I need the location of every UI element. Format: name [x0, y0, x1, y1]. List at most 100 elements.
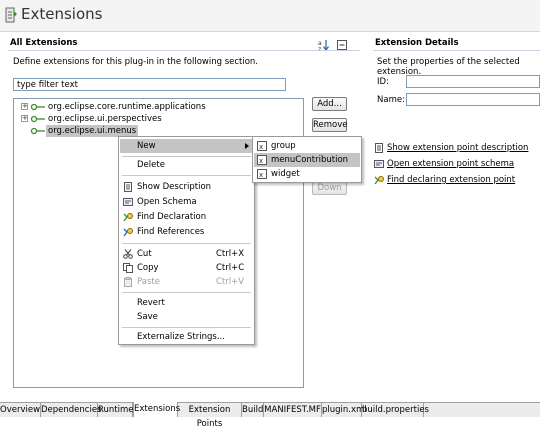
plug-icon: [30, 113, 46, 125]
tree-item-label: org.eclipse.core.runtime.applications: [48, 102, 206, 112]
id-field[interactable]: [406, 75, 540, 88]
find-declaring-link[interactable]: Find declaring extension point: [374, 174, 534, 186]
page-title: Extensions: [21, 5, 103, 23]
menu-item-label: Find References: [137, 227, 205, 237]
menu-item-label: Save: [137, 312, 158, 322]
name-field[interactable]: [406, 93, 540, 106]
collapse-all-icon[interactable]: [337, 40, 347, 50]
copy-icon: [123, 263, 133, 273]
schema-icon: [123, 197, 133, 207]
tree-item[interactable]: + org.eclipse.ui.perspectives: [14, 113, 303, 125]
tab-extension-points[interactable]: Extension Points: [178, 403, 242, 429]
remove-button[interactable]: Remove: [312, 118, 348, 132]
element-icon: x: [257, 169, 267, 179]
show-description-link[interactable]: Show extension point description: [374, 142, 534, 154]
tab-build[interactable]: Build: [242, 403, 264, 417]
menu-separator: [122, 175, 251, 176]
tab-plugin-xml[interactable]: plugin.xml: [322, 403, 367, 417]
submenu-arrow-icon: [245, 143, 249, 149]
section-divider: [8, 50, 360, 51]
menu-item-cut[interactable]: Cut Ctrl+X: [120, 247, 253, 261]
expand-icon[interactable]: +: [21, 103, 28, 110]
tab-dependencies[interactable]: Dependencies: [41, 403, 102, 417]
extension-details-description: Set the properties of the selected exten…: [377, 57, 520, 77]
menu-separator: [122, 327, 251, 328]
accelerator-label: Ctrl+X: [216, 249, 245, 259]
submenu-item-menucontribution[interactable]: x menuContribution: [254, 153, 360, 167]
menu-item-find-references[interactable]: Find References: [120, 225, 253, 239]
find-declaration-icon: [374, 175, 385, 185]
description-icon: [374, 143, 384, 153]
id-label: ID:: [377, 77, 389, 87]
menu-separator: [122, 243, 251, 244]
context-menu[interactable]: New Delete Show Description Open Schema …: [118, 136, 255, 345]
menu-item-label: Copy: [137, 263, 159, 273]
element-icon: x: [257, 141, 267, 151]
filter-input[interactable]: [13, 78, 286, 91]
name-label: Name:: [377, 95, 405, 105]
menu-item-label: New: [137, 141, 156, 151]
link-label[interactable]: Show extension point description: [387, 142, 528, 154]
accelerator-label: Ctrl+C: [216, 263, 245, 273]
menu-item-save[interactable]: Save: [120, 310, 253, 324]
tab-overview[interactable]: Overview: [0, 403, 41, 417]
link-label[interactable]: Open extension point schema: [387, 158, 514, 170]
find-references-icon: [123, 227, 134, 237]
menu-item-delete[interactable]: Delete: [120, 158, 253, 172]
menu-separator: [122, 156, 251, 157]
all-extensions-description: Define extensions for this plug-in in th…: [13, 57, 259, 67]
extension-details-heading: Extension Details: [375, 38, 459, 48]
menu-item-new[interactable]: New: [120, 139, 253, 153]
menu-item-label: Paste: [137, 277, 160, 287]
schema-icon: [374, 159, 384, 169]
menu-item-label: Delete: [137, 160, 165, 170]
menu-item-label: Open Schema: [137, 197, 197, 207]
svg-text:x: x: [259, 171, 263, 179]
menu-item-find-declaration[interactable]: Find Declaration: [120, 210, 253, 224]
section-divider: [373, 50, 540, 51]
link-label[interactable]: Find declaring extension point: [387, 174, 515, 186]
editor-tab-bar: Overview Dependencies Runtime Extensions…: [0, 402, 540, 429]
accelerator-label: Ctrl+V: [216, 277, 245, 287]
submenu-item-group[interactable]: x group: [254, 139, 360, 153]
menu-item-revert[interactable]: Revert: [120, 296, 253, 310]
menu-item-externalize-strings[interactable]: Externalize Strings...: [120, 330, 253, 344]
menu-item-open-schema[interactable]: Open Schema: [120, 195, 253, 209]
menu-item-label: Revert: [137, 298, 165, 308]
menu-item-label: Externalize Strings...: [137, 332, 225, 342]
down-button[interactable]: Down: [312, 181, 347, 195]
menu-item-label: Show Description: [137, 182, 212, 192]
svg-text:x: x: [259, 143, 263, 151]
menu-item-label: widget: [271, 169, 300, 179]
find-declaration-icon: [123, 212, 134, 222]
cut-icon: [123, 249, 133, 259]
menu-item-paste[interactable]: Paste Ctrl+V: [120, 275, 253, 289]
tree-item-label: org.eclipse.ui.perspectives: [48, 114, 162, 124]
expand-icon[interactable]: +: [21, 115, 28, 122]
tab-build-properties[interactable]: build.properties: [362, 403, 429, 417]
menu-item-label: menuContribution: [271, 155, 349, 165]
menu-item-label: Cut: [137, 249, 152, 259]
menu-item-label: Find Declaration: [137, 212, 207, 222]
description-icon: [123, 182, 133, 192]
new-submenu[interactable]: x group x menuContribution x widget: [252, 136, 362, 183]
tab-manifest[interactable]: MANIFEST.MF: [264, 403, 322, 417]
plug-icon: [30, 125, 46, 137]
menu-item-label: group: [271, 141, 296, 151]
menu-item-show-description[interactable]: Show Description: [120, 180, 253, 194]
plug-icon: [30, 101, 46, 113]
paste-icon: [123, 277, 133, 287]
menu-separator: [122, 292, 251, 293]
extensions-icon: [5, 7, 18, 23]
tab-extensions[interactable]: Extensions: [133, 402, 180, 417]
all-extensions-heading: All Extensions: [10, 38, 78, 48]
tab-runtime[interactable]: Runtime: [98, 403, 134, 417]
add-button[interactable]: Add...: [312, 97, 347, 111]
svg-text:x: x: [259, 157, 263, 165]
element-icon: x: [257, 155, 267, 165]
editor-header: Extensions: [0, 0, 540, 32]
menu-item-copy[interactable]: Copy Ctrl+C: [120, 261, 253, 275]
open-schema-link[interactable]: Open extension point schema: [374, 158, 534, 170]
submenu-item-widget[interactable]: x widget: [254, 167, 360, 181]
tree-item[interactable]: + org.eclipse.core.runtime.applications: [14, 101, 303, 113]
